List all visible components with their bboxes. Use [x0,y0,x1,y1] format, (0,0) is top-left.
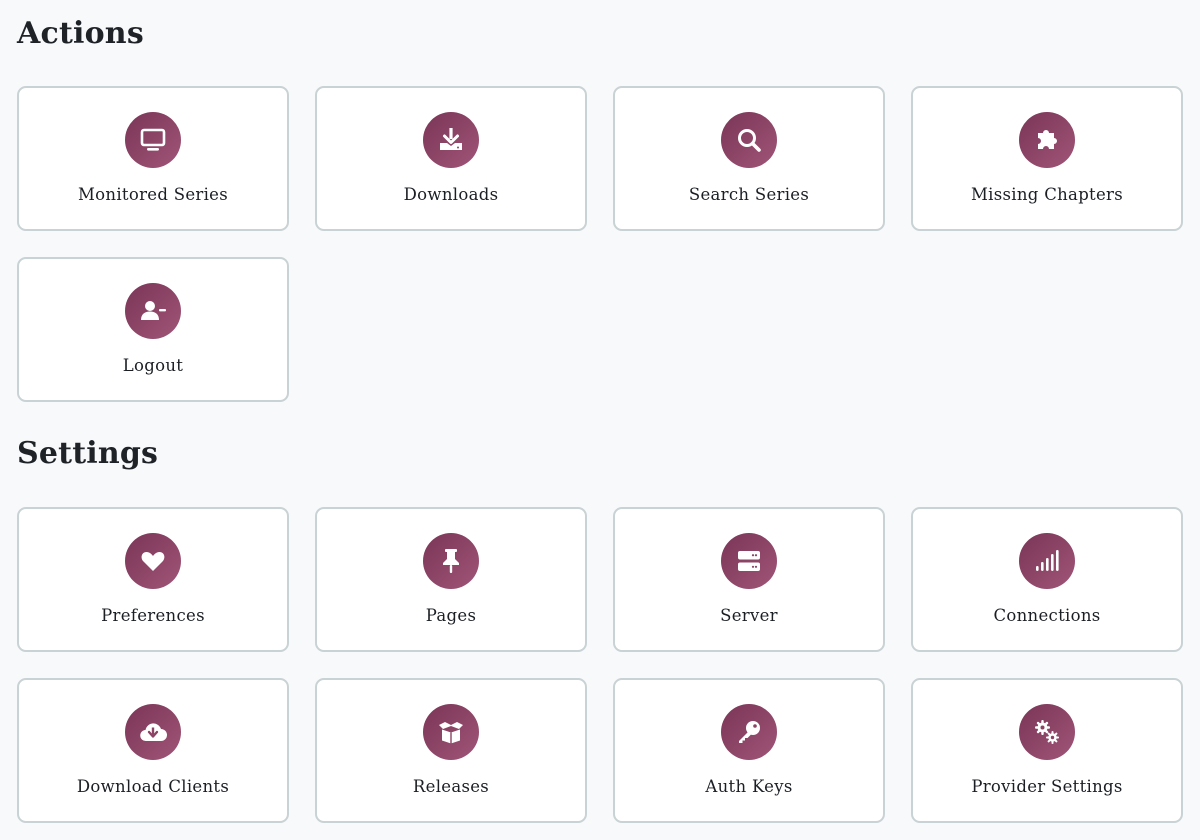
card-label: Preferences [101,606,205,625]
cloud-download-icon [125,704,181,760]
monitor-icon [125,112,181,168]
downloads-card[interactable]: Downloads [315,86,587,231]
signal-icon [1019,533,1075,589]
server-card[interactable]: Server [613,507,885,652]
download-clients-card[interactable]: Download Clients [17,678,289,823]
download-icon [423,112,479,168]
card-label: Server [720,606,778,625]
card-label: Monitored Series [77,185,229,204]
user-minus-icon [125,283,181,339]
card-label: Releases [412,777,490,796]
card-label: Auth Keys [705,777,793,796]
missing-chapters-card[interactable]: Missing Chapters [911,86,1183,231]
thumbtack-icon [423,533,479,589]
releases-card[interactable]: Releases [315,678,587,823]
key-icon [721,704,777,760]
card-label: Downloads [403,185,499,204]
box-open-icon [423,704,479,760]
card-label: Logout [122,356,184,375]
search-icon [721,112,777,168]
server-icon [721,533,777,589]
settings-grid: Preferences Pages Server Connections Dow… [17,507,1183,823]
card-label: Download Clients [76,777,230,796]
card-label: Missing Chapters [970,185,1124,204]
puzzle-icon [1019,112,1075,168]
preferences-card[interactable]: Preferences [17,507,289,652]
logout-card[interactable]: Logout [17,257,289,402]
actions-grid: Monitored Series Downloads Search Series [17,86,1183,402]
auth-keys-card[interactable]: Auth Keys [613,678,885,823]
gears-icon [1019,704,1075,760]
card-label: Search Series [688,185,810,204]
heart-icon [125,533,181,589]
connections-card[interactable]: Connections [911,507,1183,652]
card-label: Pages [425,606,477,625]
monitored-series-card[interactable]: Monitored Series [17,86,289,231]
actions-heading: Actions [17,16,144,51]
card-label: Provider Settings [971,777,1123,796]
search-series-card[interactable]: Search Series [613,86,885,231]
provider-settings-card[interactable]: Provider Settings [911,678,1183,823]
card-label: Connections [993,606,1101,625]
pages-card[interactable]: Pages [315,507,587,652]
settings-heading: Settings [17,436,159,471]
